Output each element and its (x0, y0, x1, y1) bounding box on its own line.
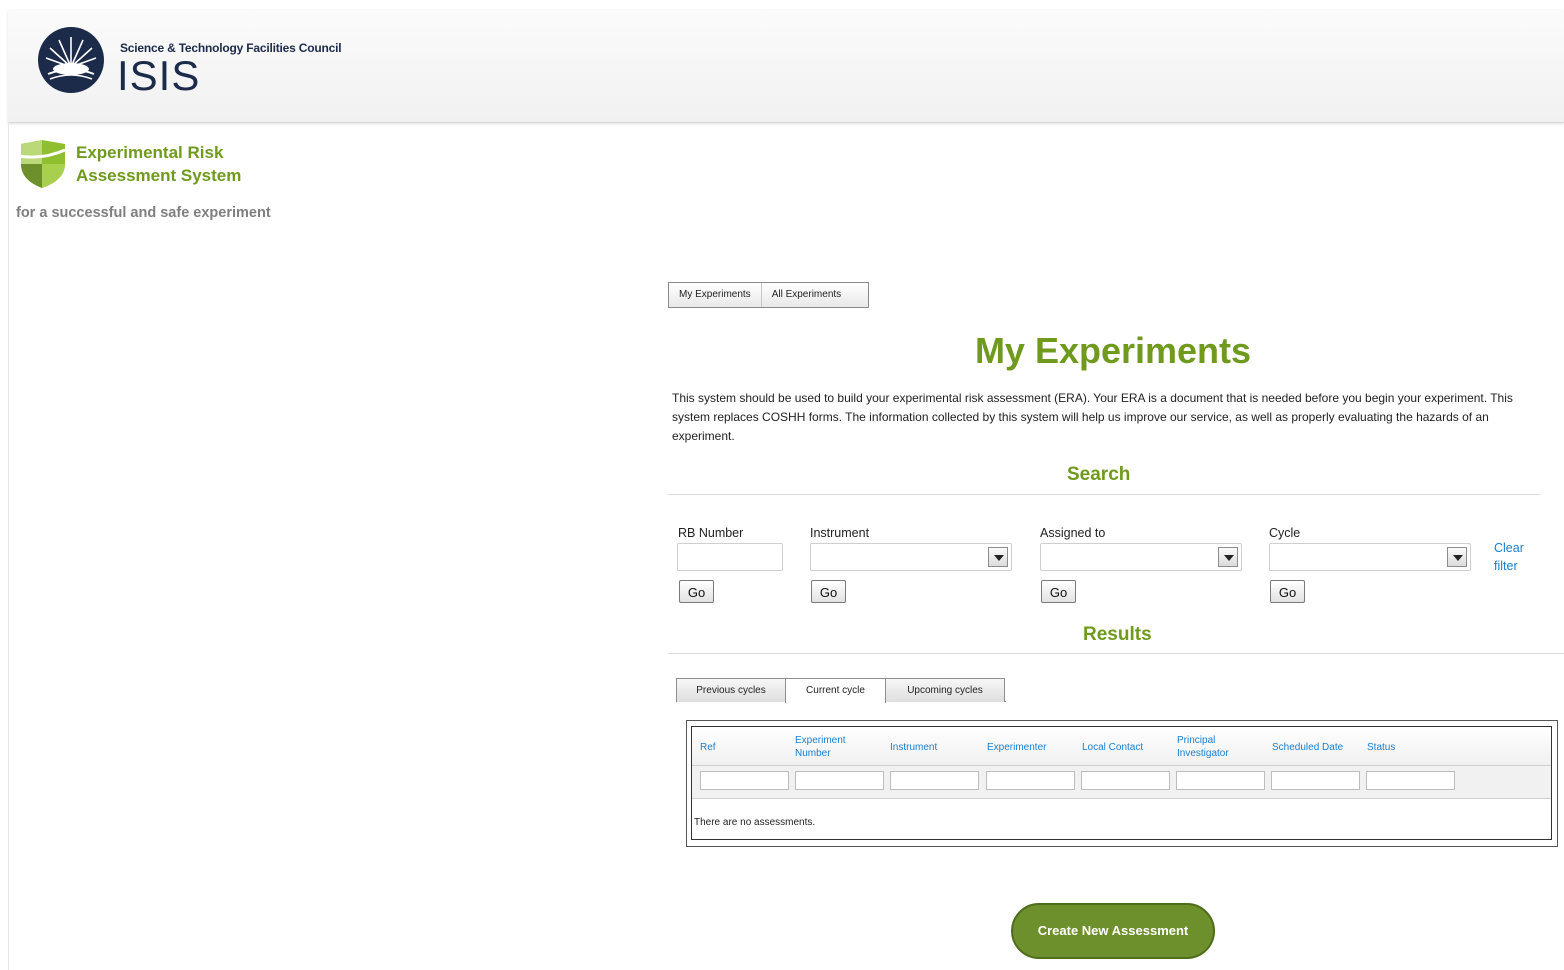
search-heading: Search (1067, 464, 1131, 485)
results-divider (668, 653, 1564, 654)
shield-icon (18, 140, 66, 188)
tab-upcoming-cycles[interactable]: Upcoming cycles (885, 678, 1005, 702)
era-title: Experimental Risk Assessment System (76, 141, 241, 187)
rb-go-button[interactable]: Go (679, 580, 714, 603)
tab-current-cycle[interactable]: Current cycle (785, 678, 886, 703)
experimenter-filter-input[interactable] (986, 771, 1075, 790)
col-experimenter[interactable]: Experimenter (987, 741, 1046, 754)
col-experiment-number[interactable]: Experiment Number (795, 734, 865, 760)
era-title-line2: Assessment System (76, 166, 242, 185)
my-experiments-button[interactable]: My Experiments (669, 283, 761, 307)
era-title-line1: Experimental Risk (76, 143, 224, 162)
status-filter-input[interactable] (1366, 771, 1455, 790)
principal-investigator-filter-input[interactable] (1176, 771, 1265, 790)
tagline: for a successful and safe experiment (16, 205, 271, 221)
experiment-number-filter-input[interactable] (795, 771, 884, 790)
local-contact-filter-input[interactable] (1081, 771, 1170, 790)
page-border (8, 122, 9, 970)
scheduled-date-filter-input[interactable] (1271, 771, 1360, 790)
instrument-select[interactable] (810, 543, 1012, 571)
rb-number-input[interactable] (677, 543, 783, 571)
col-scheduled-date[interactable]: Scheduled Date (1272, 741, 1343, 754)
search-divider (668, 494, 1540, 495)
col-ref[interactable]: Ref (700, 741, 716, 754)
instrument-filter-input[interactable] (890, 771, 979, 790)
all-experiments-button[interactable]: All Experiments (760, 283, 851, 307)
empty-results-message: There are no assessments. (694, 817, 816, 828)
assigned-to-go-button[interactable]: Go (1041, 580, 1076, 603)
intro-text: This system should be used to build your… (672, 391, 1513, 443)
assigned-to-select[interactable] (1040, 543, 1242, 571)
results-heading: Results (1083, 624, 1152, 645)
cycle-label: Cycle (1269, 526, 1301, 540)
chevron-down-icon[interactable] (988, 547, 1008, 567)
experiment-switcher: My Experiments All Experiments (668, 282, 869, 308)
cycle-go-button[interactable]: Go (1270, 580, 1305, 603)
col-instrument[interactable]: Instrument (890, 741, 937, 754)
isis-sunburst-logo[interactable] (38, 27, 104, 93)
create-new-assessment-button[interactable]: Create New Assessment (1011, 903, 1215, 959)
tab-previous-cycles[interactable]: Previous cycles (676, 678, 786, 702)
chevron-down-icon[interactable] (1447, 547, 1467, 567)
assigned-to-label: Assigned to (1040, 526, 1106, 540)
chevron-down-icon[interactable] (1218, 547, 1238, 567)
clear-filter-link[interactable]: Clear filter (1494, 539, 1534, 575)
isis-brand: ISIS (117, 52, 201, 99)
instrument-label: Instrument (810, 526, 870, 540)
ref-filter-input[interactable] (700, 771, 789, 790)
rb-number-label: RB Number (678, 526, 744, 540)
instrument-go-button[interactable]: Go (811, 580, 846, 603)
col-status[interactable]: Status (1367, 741, 1395, 754)
site-header (8, 10, 1564, 123)
col-local-contact[interactable]: Local Contact (1082, 741, 1143, 754)
page-title: My Experiments (974, 330, 1252, 371)
col-principal-investigator[interactable]: Principal Investigator (1177, 734, 1247, 760)
cycle-select[interactable] (1269, 543, 1471, 571)
